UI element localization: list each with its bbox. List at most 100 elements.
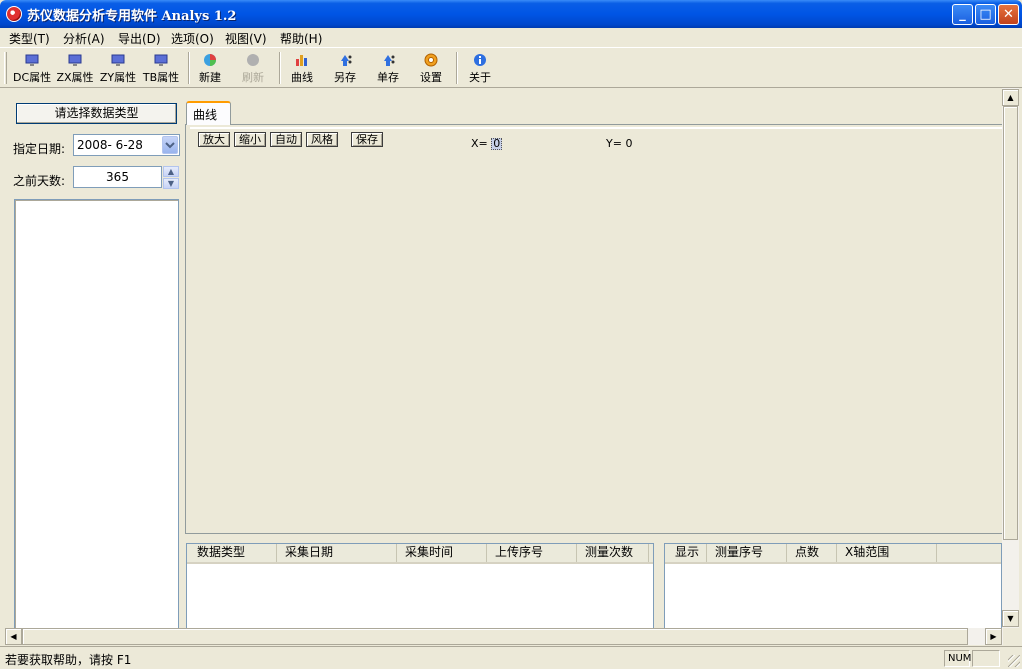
single-save-button[interactable]: 单存 bbox=[373, 52, 403, 86]
about-button[interactable]: 关于 bbox=[465, 52, 495, 86]
monitor-icon bbox=[111, 54, 125, 66]
refresh-icon bbox=[247, 54, 259, 66]
refresh-button[interactable]: 刷新 bbox=[238, 52, 268, 86]
toolbar-separator bbox=[456, 52, 458, 84]
maximize-button[interactable]: □ bbox=[975, 4, 996, 25]
x-label: X= bbox=[471, 137, 488, 150]
series-list[interactable]: 显示 测量序号 点数 X轴范围 bbox=[664, 543, 1002, 629]
y-value: 0 bbox=[625, 137, 633, 150]
upload-icon bbox=[341, 55, 352, 66]
tb-properties-label: TB属性 bbox=[142, 71, 180, 84]
days-input[interactable]: 365 bbox=[73, 166, 162, 188]
chevron-down-icon[interactable] bbox=[162, 136, 178, 154]
style-button[interactable]: 风格 bbox=[306, 132, 338, 147]
new-label: 新建 bbox=[199, 71, 221, 84]
upload-icon bbox=[384, 55, 395, 66]
x-value: 0 bbox=[491, 137, 503, 150]
column-header[interactable]: 上传序号 bbox=[487, 544, 577, 562]
spin-down-icon[interactable]: ▼ bbox=[163, 178, 179, 189]
monitor-icon bbox=[68, 54, 82, 66]
settings-button[interactable]: 设置 bbox=[416, 52, 446, 86]
minimize-button[interactable]: _ bbox=[952, 4, 973, 25]
data-record-list[interactable]: 数据类型 采集日期 采集时间 上传序号 测量次数 bbox=[186, 543, 654, 629]
scroll-left-icon[interactable]: ◀ bbox=[5, 628, 22, 645]
zx-properties-label: ZX属性 bbox=[56, 71, 94, 84]
data-type-list[interactable] bbox=[14, 199, 179, 629]
y-label: Y= bbox=[606, 137, 622, 150]
monitor-icon bbox=[154, 54, 168, 66]
column-header[interactable]: 采集日期 bbox=[277, 544, 397, 562]
info-icon bbox=[474, 54, 486, 66]
settings-label: 设置 bbox=[420, 71, 442, 84]
toolbar: DC属性 ZX属性 ZY属性 TB属性 新建 刷新 曲线 另存 单存 设置 关于 bbox=[0, 47, 1022, 88]
status-pane-empty bbox=[972, 650, 1000, 667]
resize-grip-icon[interactable] bbox=[1008, 655, 1020, 667]
about-label: 关于 bbox=[469, 71, 491, 84]
zx-properties-button[interactable]: ZX属性 bbox=[56, 52, 94, 86]
curve-label: 曲线 bbox=[291, 71, 313, 84]
tb-properties-button[interactable]: TB属性 bbox=[142, 52, 180, 86]
column-header[interactable]: 点数 bbox=[787, 544, 837, 562]
bar-chart-icon bbox=[296, 55, 307, 66]
curve-button[interactable]: 曲线 bbox=[287, 52, 317, 86]
days-value: 365 bbox=[106, 170, 129, 184]
scroll-down-icon[interactable]: ▼ bbox=[1002, 610, 1019, 627]
window-title: 苏仪数据分析专用软件 Analys 1.2 bbox=[27, 9, 237, 24]
zy-properties-label: ZY属性 bbox=[99, 71, 137, 84]
spin-up-icon[interactable]: ▲ bbox=[163, 166, 179, 177]
list-splitter[interactable] bbox=[657, 540, 663, 630]
toolbar-separator bbox=[188, 52, 190, 84]
date-value: 2008- 6-28 bbox=[77, 138, 143, 152]
date-picker[interactable]: 2008- 6-28 bbox=[73, 134, 180, 156]
column-header[interactable]: 数据类型 bbox=[189, 544, 277, 562]
num-lock-indicator: NUM bbox=[944, 650, 971, 667]
date-label: 指定日期: bbox=[13, 142, 66, 156]
select-data-type-button[interactable]: 请选择数据类型 bbox=[16, 103, 177, 124]
data-record-header: 数据类型 采集日期 采集时间 上传序号 测量次数 bbox=[187, 544, 653, 564]
menu-export[interactable]: 导出(D) bbox=[118, 30, 161, 47]
toolbar-grip[interactable] bbox=[4, 52, 7, 84]
zy-properties-button[interactable]: ZY属性 bbox=[99, 52, 137, 86]
single-save-label: 单存 bbox=[377, 71, 399, 84]
status-bar: 若要获取帮助，请按 F1 NUM bbox=[0, 646, 1022, 669]
new-button[interactable]: 新建 bbox=[195, 52, 225, 86]
zoom-out-button[interactable]: 缩小 bbox=[234, 132, 266, 147]
menu-bar: 类型(T) 分析(A) 导出(D) 选项(O) 视图(V) 帮助(H) bbox=[0, 28, 1022, 47]
column-header[interactable]: 测量序号 bbox=[707, 544, 787, 562]
title-bar[interactable]: 苏仪数据分析专用软件 Analys 1.2 _ □ ✕ bbox=[0, 0, 1022, 28]
save-as-label: 另存 bbox=[334, 71, 356, 84]
column-header[interactable]: 采集时间 bbox=[397, 544, 487, 562]
monitor-icon bbox=[25, 54, 39, 66]
menu-analysis[interactable]: 分析(A) bbox=[63, 30, 105, 47]
vertical-scroll-thumb[interactable] bbox=[1003, 106, 1018, 540]
column-header[interactable]: X轴范围 bbox=[837, 544, 937, 562]
menu-type[interactable]: 类型(T) bbox=[9, 30, 50, 47]
menu-help[interactable]: 帮助(H) bbox=[280, 30, 322, 47]
auto-button[interactable]: 自动 bbox=[270, 132, 302, 147]
horizontal-scroll-thumb[interactable] bbox=[22, 628, 968, 645]
save-as-button[interactable]: 另存 bbox=[330, 52, 360, 86]
chart-area[interactable] bbox=[190, 152, 1000, 530]
series-header: 显示 测量序号 点数 X轴范围 bbox=[665, 544, 1001, 564]
column-header[interactable]: 测量次数 bbox=[577, 544, 649, 562]
menu-view[interactable]: 视图(V) bbox=[225, 30, 267, 47]
close-button[interactable]: ✕ bbox=[998, 4, 1019, 25]
dc-properties-label: DC属性 bbox=[13, 71, 52, 84]
refresh-label: 刷新 bbox=[242, 71, 264, 84]
scroll-up-icon[interactable]: ▲ bbox=[1002, 89, 1019, 106]
save-button[interactable]: 保存 bbox=[351, 132, 383, 147]
scroll-right-icon[interactable]: ▶ bbox=[985, 628, 1002, 645]
days-label: 之前天数: bbox=[13, 174, 66, 188]
pie-chart-icon bbox=[204, 54, 216, 66]
y-coordinate: Y= 0 bbox=[606, 137, 632, 150]
dc-properties-button[interactable]: DC属性 bbox=[13, 52, 51, 86]
app-icon[interactable] bbox=[6, 6, 22, 22]
x-coordinate: X= 0 bbox=[471, 137, 503, 150]
tab-curve[interactable]: 曲线 bbox=[186, 101, 231, 125]
menu-options[interactable]: 选项(O) bbox=[171, 30, 214, 47]
gear-icon bbox=[424, 53, 438, 67]
column-header[interactable]: 显示 bbox=[667, 544, 707, 562]
tab-divider bbox=[190, 127, 1002, 129]
zoom-in-button[interactable]: 放大 bbox=[198, 132, 230, 147]
status-help-text: 若要获取帮助，请按 F1 bbox=[5, 653, 132, 667]
